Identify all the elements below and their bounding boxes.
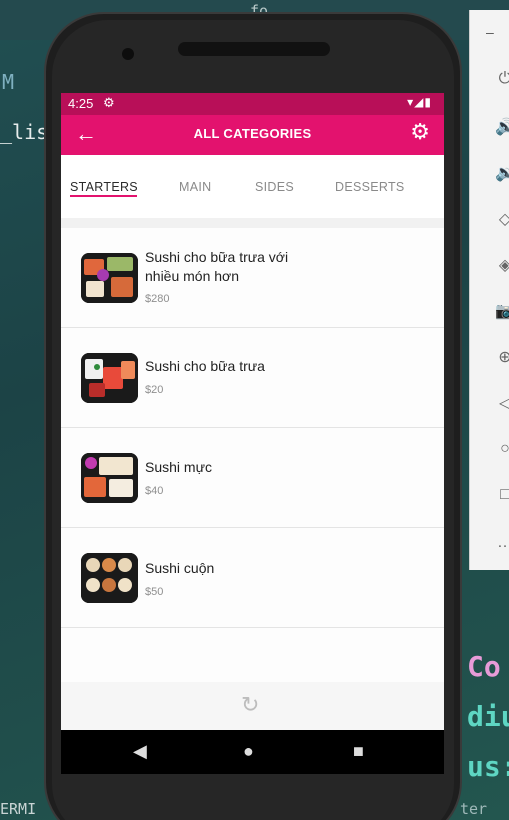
food-thumbnail [81, 253, 138, 303]
home-icon[interactable]: ○ [494, 438, 509, 460]
power-icon[interactable]: ⏻ [494, 68, 509, 90]
settings-notification-icon: ⚙ [103, 95, 115, 110]
sushi-image-icon [81, 553, 138, 603]
rotate-left-icon[interactable]: ◇ [494, 208, 509, 230]
category-tabs: STARTERS MAIN SIDES DESSERTS [61, 155, 444, 213]
settings-gear-icon[interactable]: ⚙ [410, 119, 430, 145]
front-camera [122, 48, 134, 60]
volume-down-icon[interactable]: 🔉 [494, 162, 509, 184]
sushi-image-icon [81, 353, 138, 403]
item-price: $50 [145, 586, 164, 598]
emulator-toolbar: – ⏻ 🔊 🔉 ◇ ◈ 📷 ⊕ ◁ ○ □ … [469, 10, 509, 570]
refresh-bar: ↻ [61, 682, 444, 730]
rotate-right-icon[interactable]: ◈ [494, 254, 509, 276]
back-icon[interactable]: ◁ [494, 392, 509, 414]
tab-main[interactable]: MAIN [179, 180, 211, 194]
more-icon[interactable]: … [494, 532, 509, 554]
list-item[interactable]: Sushi cho bữa trưa $20 [61, 328, 444, 428]
nav-home-icon[interactable]: ● [243, 741, 254, 762]
status-icons: ▾◢▮ [407, 95, 432, 109]
emulator-minimize[interactable]: – [486, 24, 494, 40]
code-line: us: [467, 750, 509, 783]
food-thumbnail [81, 453, 138, 503]
item-price: $280 [145, 293, 170, 305]
item-name: Sushi mực [145, 459, 212, 475]
camera-icon[interactable]: 📷 [494, 300, 509, 322]
list-item[interactable]: Sushi cuộn $50 [61, 528, 444, 628]
editor-bottom-text: ter (e [460, 800, 488, 820]
editor-right-code: Co diu us: [459, 640, 509, 800]
refresh-icon[interactable]: ↻ [241, 692, 259, 718]
item-name: Sushi cuộn [145, 560, 215, 576]
status-bar: 4:25 ⚙ ▾◢▮ [61, 93, 444, 115]
android-nav-bar: ◀ ● ■ [61, 730, 444, 774]
item-name: Sushi cho bữa trưa [145, 358, 265, 374]
tab-sides[interactable]: SIDES [255, 180, 294, 194]
tab-starters[interactable]: STARTERS [70, 180, 138, 194]
app-bar: ← ALL CATEGORIES ⚙ [61, 115, 444, 155]
item-price: $40 [145, 485, 164, 497]
terminal-tab-label[interactable]: ERMI [0, 800, 36, 818]
status-time: 4:25 [68, 96, 94, 111]
editor-gutter-letter: M [2, 70, 15, 94]
list-item[interactable]: Sushi mực $40 [61, 428, 444, 528]
page-title: ALL CATEGORIES [193, 126, 312, 141]
food-thumbnail [81, 553, 138, 603]
overview-icon[interactable]: □ [494, 484, 509, 506]
earpiece-speaker [178, 42, 330, 56]
zoom-icon[interactable]: ⊕ [494, 346, 509, 368]
volume-up-icon[interactable]: 🔊 [494, 116, 509, 138]
item-name: Sushi cho bữa trưa với nhiều món hơn [145, 249, 289, 284]
list-separator [61, 218, 444, 228]
code-line: Co [467, 650, 501, 683]
phone-screen: 4:25 ⚙ ▾◢▮ ← ALL CATEGORIES ⚙ STARTERS M… [61, 93, 444, 774]
active-tab-indicator [70, 195, 137, 197]
food-thumbnail [81, 353, 138, 403]
tab-desserts[interactable]: DESSERTS [335, 180, 405, 194]
sushi-image-icon [81, 253, 138, 303]
item-price: $20 [145, 384, 164, 396]
menu-list: Sushi cho bữa trưa với nhiều món hơn $28… [61, 228, 444, 682]
list-item[interactable]: Sushi cho bữa trưa với nhiều món hơn $28… [61, 228, 444, 328]
nav-back-icon[interactable]: ◀ [133, 741, 147, 762]
nav-recents-icon[interactable]: ■ [353, 741, 364, 762]
sushi-image-icon [81, 453, 138, 503]
code-line: diu [467, 700, 509, 733]
